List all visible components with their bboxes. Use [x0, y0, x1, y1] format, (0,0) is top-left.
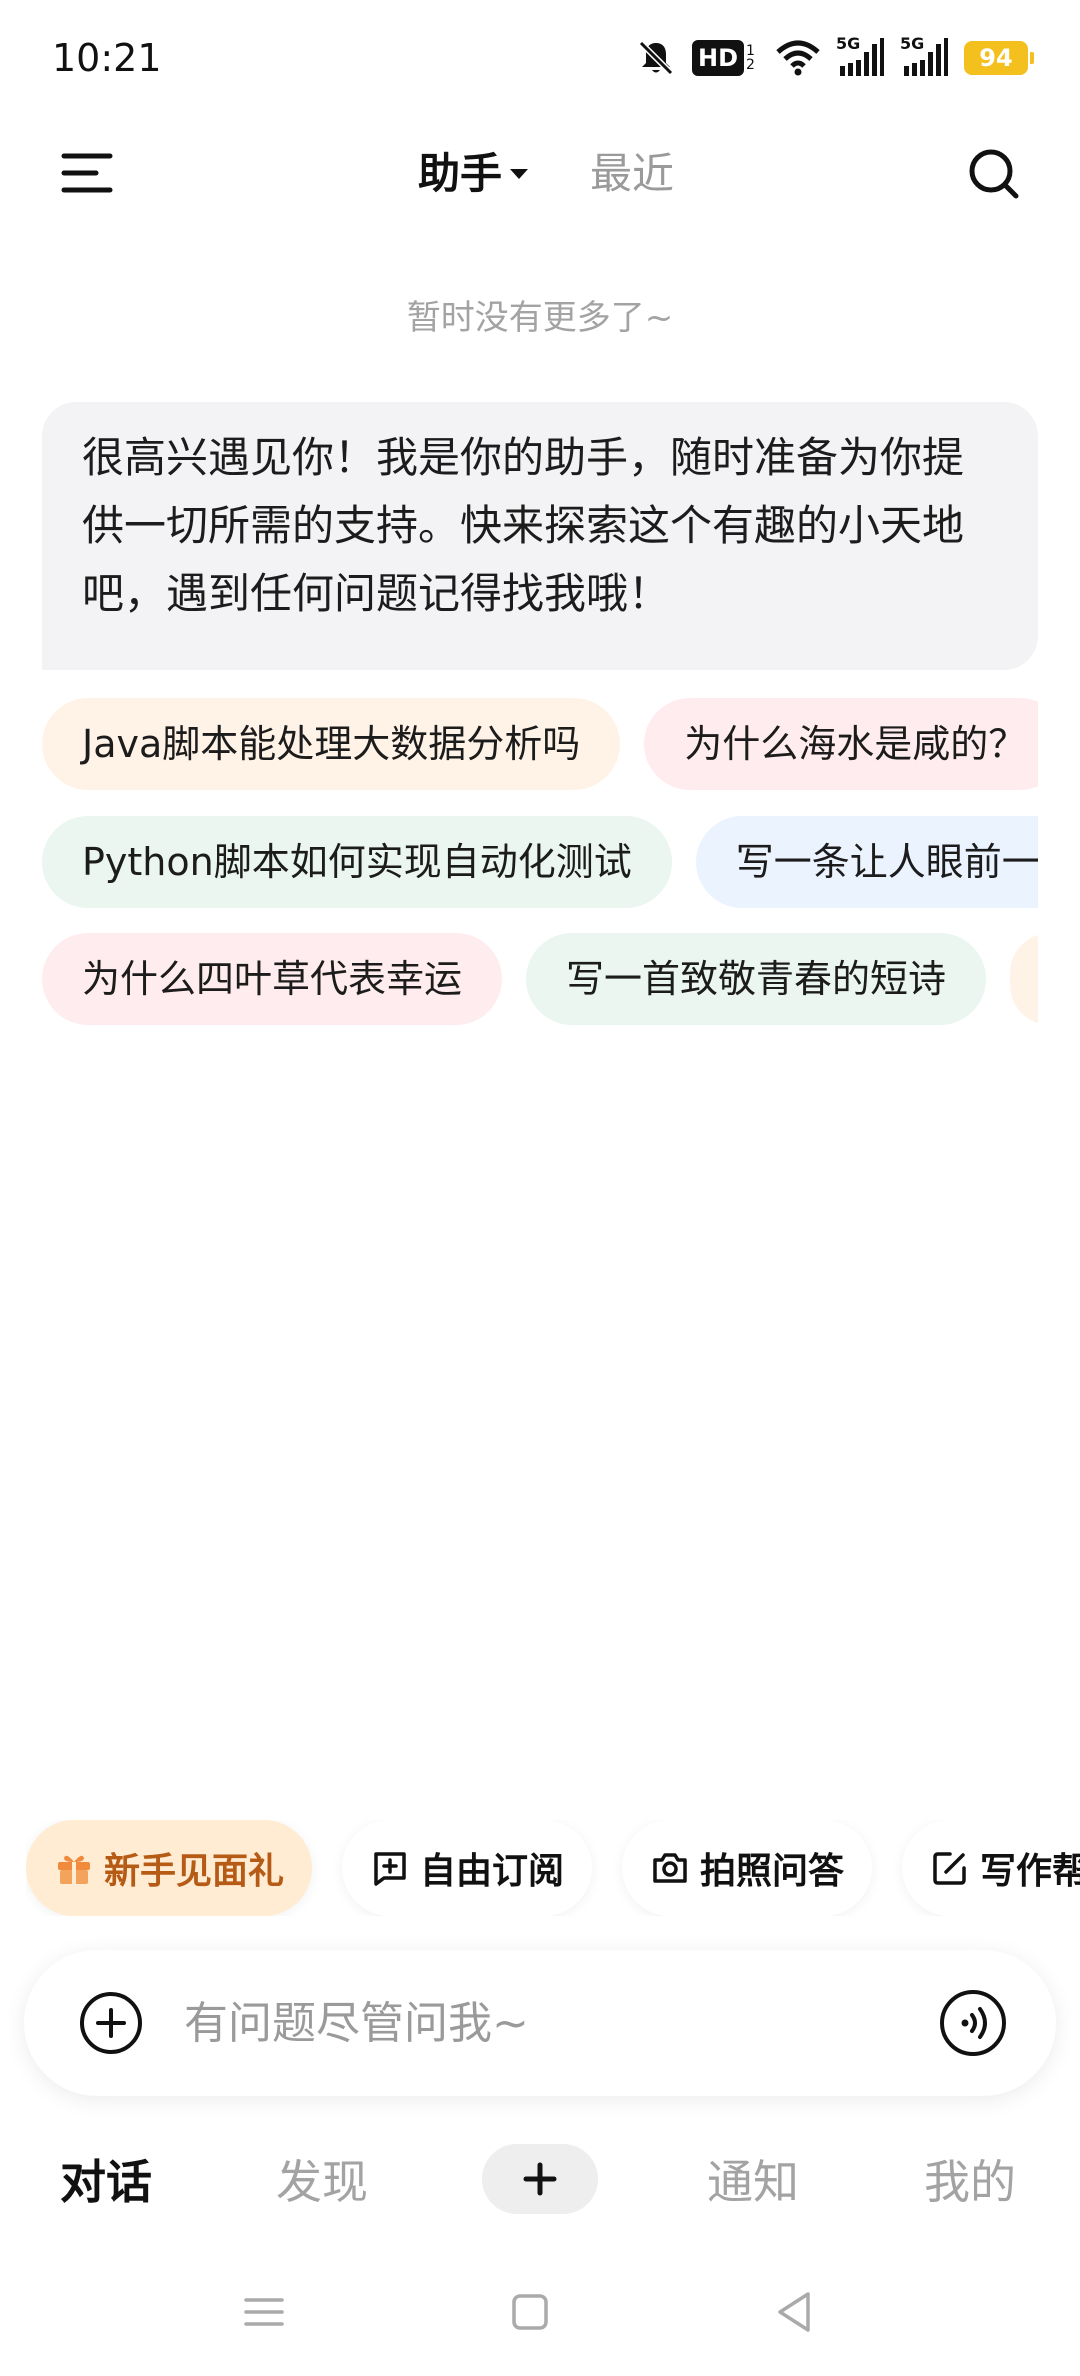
home-icon[interactable]	[506, 2288, 554, 2336]
suggestion-chip[interactable]: 为什么海水是咸的？	[644, 698, 1038, 790]
header-tabs: 助手 最近	[0, 144, 1080, 204]
bottom-nav: 对话 发现 通知 我的	[0, 2130, 1080, 2230]
subscribe-label: 自由订阅	[420, 1851, 565, 1892]
subscribe-icon	[374, 1852, 406, 1886]
caret-down-icon	[510, 169, 528, 179]
signal-icon-1: 5G	[836, 34, 884, 78]
voice-icon[interactable]	[938, 1988, 1008, 2058]
status-bar: 10:21 HD 1 2 5G 5G 94	[0, 0, 1080, 120]
tab-recent[interactable]: 最近	[590, 144, 674, 204]
system-nav-bar	[0, 2270, 1080, 2350]
suggestion-row-1: Java脚本能处理大数据分析吗 为什么海水是咸的？	[42, 698, 1038, 790]
writing-button[interactable]: 写作帮手	[902, 1820, 1080, 1916]
nav-create-button[interactable]	[482, 2144, 598, 2214]
gift-label: 新手见面礼	[104, 1851, 285, 1892]
quick-actions-row: 新手见面礼 自由订阅 拍照问答 写作帮手	[26, 1820, 1080, 1916]
suggestion-chip[interactable]: Java脚本能处理大数据分析吗	[42, 698, 621, 790]
suggestion-chip[interactable]: 写一首致敬青春的短诗	[526, 933, 987, 1025]
suggestion-chip[interactable]: 为什么四叶草代表幸运	[42, 933, 503, 1025]
suggestion-chip[interactable]	[1010, 933, 1038, 1025]
back-icon[interactable]	[770, 2288, 818, 2336]
gift-icon	[58, 1855, 90, 1884]
gift-button[interactable]: 新手见面礼	[26, 1820, 313, 1916]
photo-qa-button[interactable]: 拍照问答	[622, 1820, 873, 1916]
chat-input[interactable]	[184, 1988, 904, 2058]
tab-assistant-label: 助手	[417, 149, 502, 198]
edit-icon	[933, 1852, 966, 1885]
recents-icon[interactable]	[240, 2288, 288, 2336]
status-icons: HD 1 2 5G 5G 94	[636, 34, 1034, 80]
suggestion-chip[interactable]: 写一条让人眼前一亮的文案	[695, 816, 1038, 908]
photo-qa-label: 拍照问答	[700, 1851, 845, 1892]
bell-off-icon	[638, 40, 674, 76]
subscribe-button[interactable]: 自由订阅	[342, 1820, 593, 1916]
wifi-icon	[776, 40, 820, 76]
signal-icon-2: 5G	[900, 34, 948, 78]
search-icon[interactable]	[966, 146, 1022, 202]
nav-chat[interactable]: 对话	[60, 2146, 152, 2212]
welcome-message-bubble: 很高兴遇见你！我是你的助手，随时准备为你提供一切所需的支持。快来探索这个有趣的小…	[42, 402, 1038, 670]
hd-icon: HD 1 2	[691, 40, 760, 76]
app-header: 助手 最近	[0, 120, 1080, 230]
writing-label: 写作帮手	[980, 1851, 1080, 1892]
battery-icon: 94	[964, 41, 1034, 75]
suggestion-row-3: 为什么四叶草代表幸运 写一首致敬青春的短诗	[42, 933, 1038, 1025]
nav-mine[interactable]: 我的	[924, 2146, 1016, 2212]
camera-icon	[653, 1853, 687, 1883]
suggestion-row-2: Python脚本如何实现自动化测试写一条让人眼前一亮的文案	[42, 816, 1038, 908]
suggestion-chip[interactable]: Python脚本如何实现自动化测试	[42, 816, 672, 908]
nav-discover[interactable]: 发现	[276, 2146, 368, 2212]
clock: 10:21	[52, 36, 162, 80]
nav-notify[interactable]: 通知	[707, 2146, 799, 2212]
tab-assistant[interactable]: 助手	[418, 144, 528, 204]
plus-icon	[523, 2162, 557, 2196]
chat-input-box	[24, 1950, 1056, 2096]
add-icon[interactable]	[78, 1990, 144, 2056]
no-more-hint: 暂时没有更多了~	[406, 298, 674, 338]
